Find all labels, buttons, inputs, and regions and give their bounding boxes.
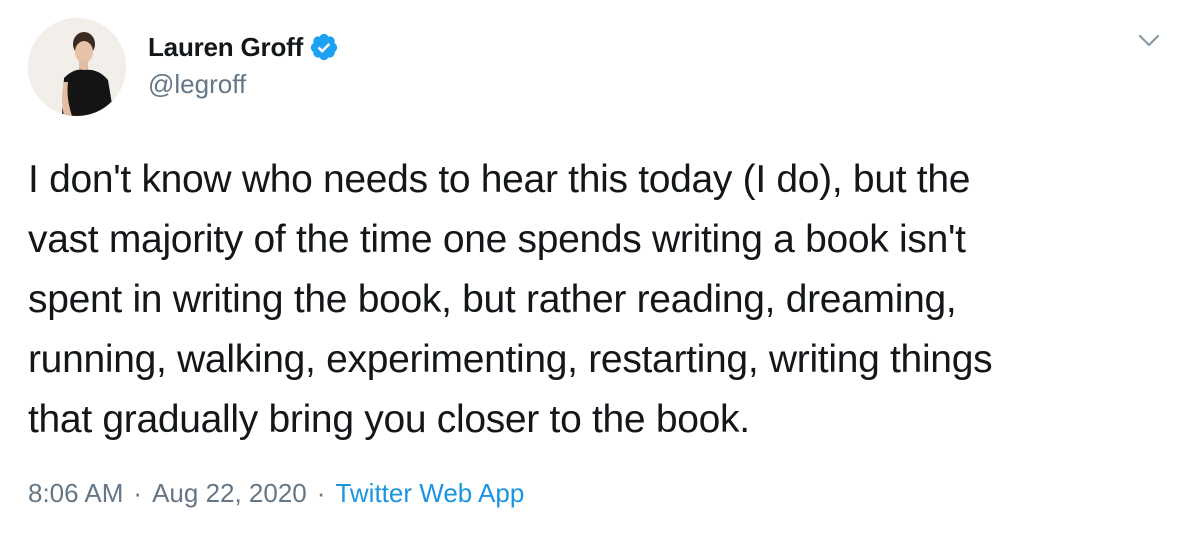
separator-dot: ·	[316, 478, 326, 508]
tweet-text-line: vast majority of the time one spends wri…	[28, 218, 966, 261]
tweet-text-line: spent in writing the book, but rather re…	[28, 278, 957, 321]
tweet-date[interactable]: Aug 22, 2020	[152, 478, 307, 509]
tweet-text-line: I don't know who needs to hear this toda…	[28, 158, 971, 201]
tweet-card: Lauren Groff @legroff I don't know who n…	[0, 0, 1192, 540]
avatar-photo	[28, 18, 126, 116]
tweet-time[interactable]: 8:06 AM	[28, 478, 123, 509]
verified-badge-icon	[309, 32, 339, 62]
tweet-text-line: running, walking, experimenting, restart…	[28, 338, 993, 381]
separator-dot: ·	[133, 478, 143, 508]
author-display-name[interactable]: Lauren Groff	[148, 32, 303, 63]
tweet-metadata: 8:06 AM · Aug 22, 2020 · Twitter Web App	[28, 478, 524, 509]
tweet-text-line: that gradually bring you closer to the b…	[28, 398, 750, 441]
tweet-text: I don't know who needs to hear this toda…	[28, 150, 1168, 450]
author-handle[interactable]: @legroff	[148, 69, 246, 100]
author-row: Lauren Groff	[148, 30, 339, 64]
avatar[interactable]	[28, 18, 126, 116]
tweet-source-link[interactable]: Twitter Web App	[335, 478, 524, 509]
chevron-down-icon[interactable]	[1136, 32, 1162, 50]
